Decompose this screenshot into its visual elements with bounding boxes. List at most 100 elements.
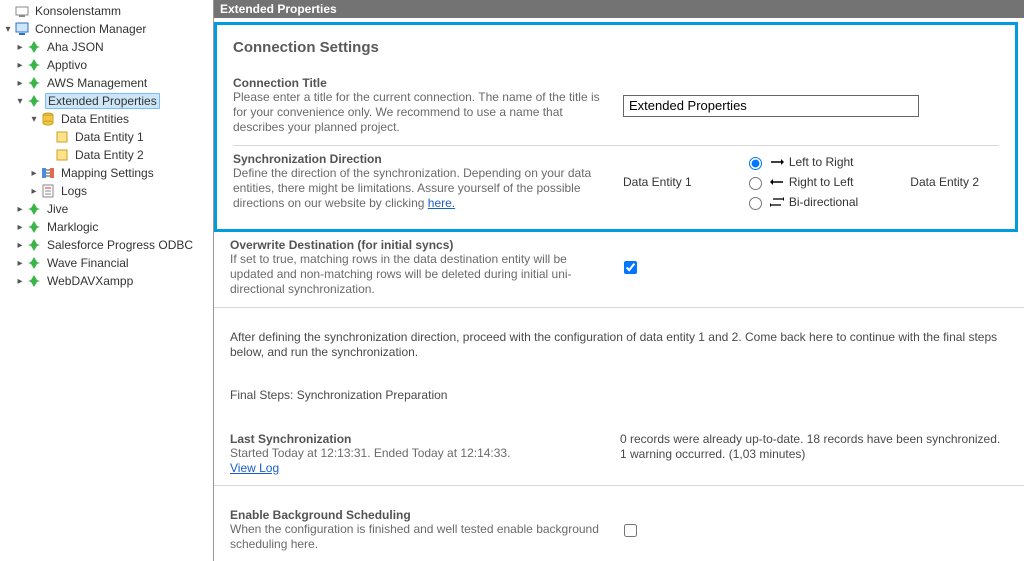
sync-direction-desc: Define the direction of the synchronizat…	[233, 166, 607, 211]
tree-de2-label: Data Entity 2	[73, 148, 146, 162]
tree-item-marklogic[interactable]: ▸ Marklogic	[0, 218, 213, 236]
chevron-right-icon[interactable]: ▸	[28, 186, 40, 197]
overwrite-row: Overwrite Destination (for initial syncs…	[214, 232, 1024, 308]
tree-item-aha[interactable]: ▸ Aha JSON	[0, 38, 213, 56]
page-title: Extended Properties	[220, 2, 337, 16]
bg-sched-label: Enable Background Scheduling	[230, 508, 604, 522]
connection-title-input[interactable]	[623, 95, 919, 117]
tree-item-label: WebDAVXampp	[45, 274, 135, 288]
tree-logs-label: Logs	[59, 184, 89, 198]
radio-rtl-input[interactable]	[749, 177, 762, 190]
logs-icon	[40, 183, 56, 199]
tree-mapping-label: Mapping Settings	[59, 166, 156, 180]
console-root-icon	[14, 3, 30, 19]
entry-icon	[54, 129, 70, 145]
computer-icon	[14, 21, 30, 37]
arrow-right-icon	[770, 157, 784, 167]
final-steps-heading-row: Final Steps: Synchronization Preparation	[214, 382, 1024, 426]
connection-title-row: Connection Title Please enter a title fo…	[233, 70, 999, 146]
tree-item-label: Aha JSON	[45, 40, 106, 54]
tree-root-label: Konsolenstamm	[33, 4, 123, 18]
plug-icon	[26, 75, 42, 91]
plug-icon	[26, 219, 42, 235]
tree-item-jive[interactable]: ▸ Jive	[0, 200, 213, 218]
arrow-left-icon	[770, 177, 784, 187]
tree-item-label: Apptivo	[45, 58, 89, 72]
database-icon	[40, 111, 56, 127]
chevron-down-icon[interactable]: ▾	[28, 114, 40, 125]
sync-direction-label: Synchronization Direction	[233, 152, 607, 166]
chevron-right-icon[interactable]: ▸	[14, 222, 26, 233]
tree-item-label: Jive	[45, 202, 70, 216]
tree-panel: ▸ Konsolenstamm ▾ Connection Manager ▸ A…	[0, 0, 214, 561]
tree-item-extended[interactable]: ▾ Extended Properties	[0, 92, 213, 110]
tree-data-entities-label: Data Entities	[59, 112, 131, 126]
tree-logs[interactable]: ▸ Logs	[0, 182, 213, 200]
plug-icon	[26, 255, 42, 271]
tree-conn-mgr[interactable]: ▾ Connection Manager	[0, 20, 213, 38]
last-sync-desc: Started Today at 12:13:31. Ended Today a…	[230, 446, 604, 461]
radio-ltr[interactable]: Left to Right	[744, 154, 858, 170]
sync-direction-here-link[interactable]: here.	[428, 196, 455, 210]
connection-title-desc: Please enter a title for the current con…	[233, 90, 607, 135]
plug-icon	[26, 93, 42, 109]
radio-bi[interactable]: Bi-directional	[744, 194, 858, 210]
sync-direction-radio-group: Left to Right Right to Left Bi-direction	[744, 154, 858, 210]
bg-sched-checkbox[interactable]	[624, 524, 637, 537]
tree-item-label: AWS Management	[45, 76, 149, 90]
plug-icon	[26, 57, 42, 73]
plug-icon	[26, 201, 42, 217]
connection-title-label: Connection Title	[233, 76, 607, 90]
tree-conn-mgr-label: Connection Manager	[33, 22, 148, 36]
entity1-label: Data Entity 1	[623, 175, 692, 189]
mapping-icon	[40, 165, 56, 181]
main-panel: Extended Properties Connection Settings …	[214, 0, 1024, 561]
chevron-down-icon[interactable]: ▾	[14, 96, 26, 107]
chevron-right-icon[interactable]: ▸	[14, 276, 26, 287]
plug-icon	[26, 39, 42, 55]
tree-mapping[interactable]: ▸ Mapping Settings	[0, 164, 213, 182]
arrow-both-icon	[770, 196, 784, 208]
tree-item-label: Marklogic	[45, 220, 100, 234]
last-sync-label: Last Synchronization	[230, 432, 604, 446]
radio-rtl[interactable]: Right to Left	[744, 174, 858, 190]
chevron-right-icon[interactable]: ▸	[14, 42, 26, 53]
tree-item-label: Wave Financial	[45, 256, 131, 270]
chevron-down-icon[interactable]: ▾	[2, 24, 14, 35]
chevron-right-icon[interactable]: ▸	[28, 168, 40, 179]
last-sync-result: 0 records were already up-to-date. 18 re…	[620, 432, 1008, 462]
tree-item-wave[interactable]: ▸ Wave Financial	[0, 254, 213, 272]
note-row: After defining the synchronization direc…	[214, 308, 1024, 382]
tree-item-label: Salesforce Progress ODBC	[45, 238, 195, 252]
tree-de1[interactable]: ▸ Data Entity 1	[0, 128, 213, 146]
tree-root[interactable]: ▸ Konsolenstamm	[0, 2, 213, 20]
sync-direction-row: Synchronization Direction Define the dir…	[233, 146, 999, 211]
chevron-right-icon[interactable]: ▸	[14, 60, 26, 71]
tree-item-apptivo[interactable]: ▸ Apptivo	[0, 56, 213, 74]
tree-item-salesforce[interactable]: ▸ Salesforce Progress ODBC	[0, 236, 213, 254]
chevron-right-icon[interactable]: ▸	[14, 240, 26, 251]
plug-icon	[26, 273, 42, 289]
tree-item-aws[interactable]: ▸ AWS Management	[0, 74, 213, 92]
entity2-label: Data Entity 2	[910, 175, 979, 189]
tree-de2[interactable]: ▸ Data Entity 2	[0, 146, 213, 164]
tree-data-entities[interactable]: ▾ Data Entities	[0, 110, 213, 128]
tree-item-label: Extended Properties	[45, 93, 160, 109]
last-sync-row: Last Synchronization Started Today at 12…	[214, 426, 1024, 486]
radio-ltr-input[interactable]	[749, 157, 762, 170]
overwrite-label: Overwrite Destination (for initial syncs…	[230, 238, 604, 252]
bg-sched-desc: When the configuration is finished and w…	[230, 522, 604, 552]
overwrite-desc: If set to true, matching rows in the dat…	[230, 252, 604, 297]
chevron-right-icon[interactable]: ▸	[14, 204, 26, 215]
overwrite-checkbox[interactable]	[624, 261, 637, 274]
content-scroll[interactable]: Connection Settings Connection Title Ple…	[214, 18, 1024, 561]
radio-bi-input[interactable]	[749, 197, 762, 210]
tree-item-webdav[interactable]: ▸ WebDAVXampp	[0, 272, 213, 290]
connection-settings-heading: Connection Settings	[233, 39, 999, 56]
entry-icon	[54, 147, 70, 163]
connection-settings-highlight: Connection Settings Connection Title Ple…	[214, 22, 1018, 232]
plug-icon	[26, 237, 42, 253]
chevron-right-icon[interactable]: ▸	[14, 78, 26, 89]
chevron-right-icon[interactable]: ▸	[14, 258, 26, 269]
view-log-link[interactable]: View Log	[230, 461, 279, 475]
